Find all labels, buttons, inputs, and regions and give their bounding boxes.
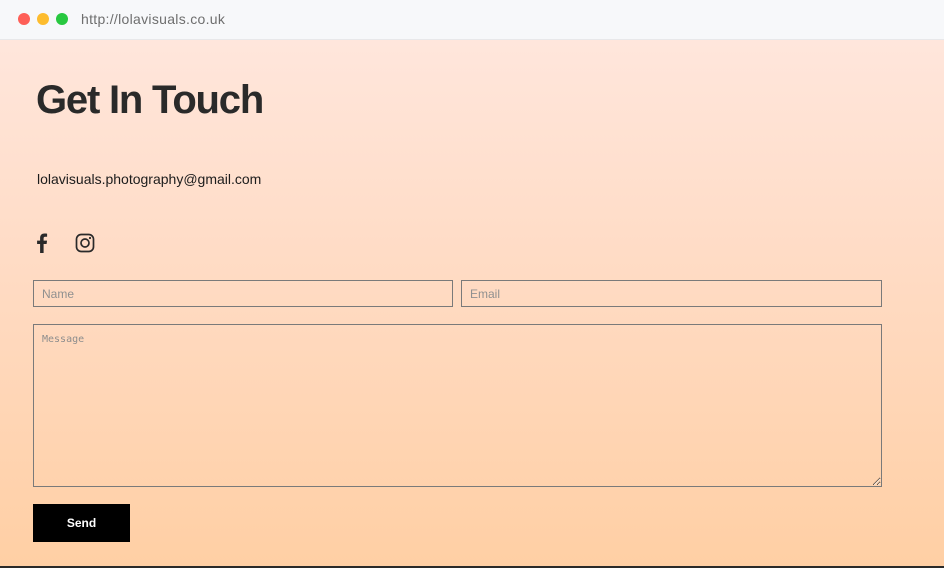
minimize-window-button[interactable]: [37, 13, 49, 25]
contact-email[interactable]: lolavisuals.photography@gmail.com: [37, 171, 261, 187]
message-textarea[interactable]: [33, 324, 882, 487]
browser-titlebar: http://lolavisuals.co.uk: [0, 0, 944, 40]
page-title: Get In Touch: [36, 78, 264, 122]
send-button[interactable]: Send: [33, 504, 130, 542]
instagram-icon: [75, 233, 95, 253]
facebook-icon: [37, 233, 48, 253]
maximize-window-button[interactable]: [56, 13, 68, 25]
name-input[interactable]: [33, 280, 453, 307]
browser-window: http://lolavisuals.co.uk Get In Touch lo…: [0, 0, 944, 568]
contact-section: Get In Touch lolavisuals.photography@gma…: [0, 40, 944, 568]
close-window-button[interactable]: [18, 13, 30, 25]
facebook-link[interactable]: [31, 232, 53, 254]
email-input[interactable]: [461, 280, 882, 307]
instagram-link[interactable]: [74, 232, 96, 254]
address-bar[interactable]: http://lolavisuals.co.uk: [81, 11, 225, 27]
